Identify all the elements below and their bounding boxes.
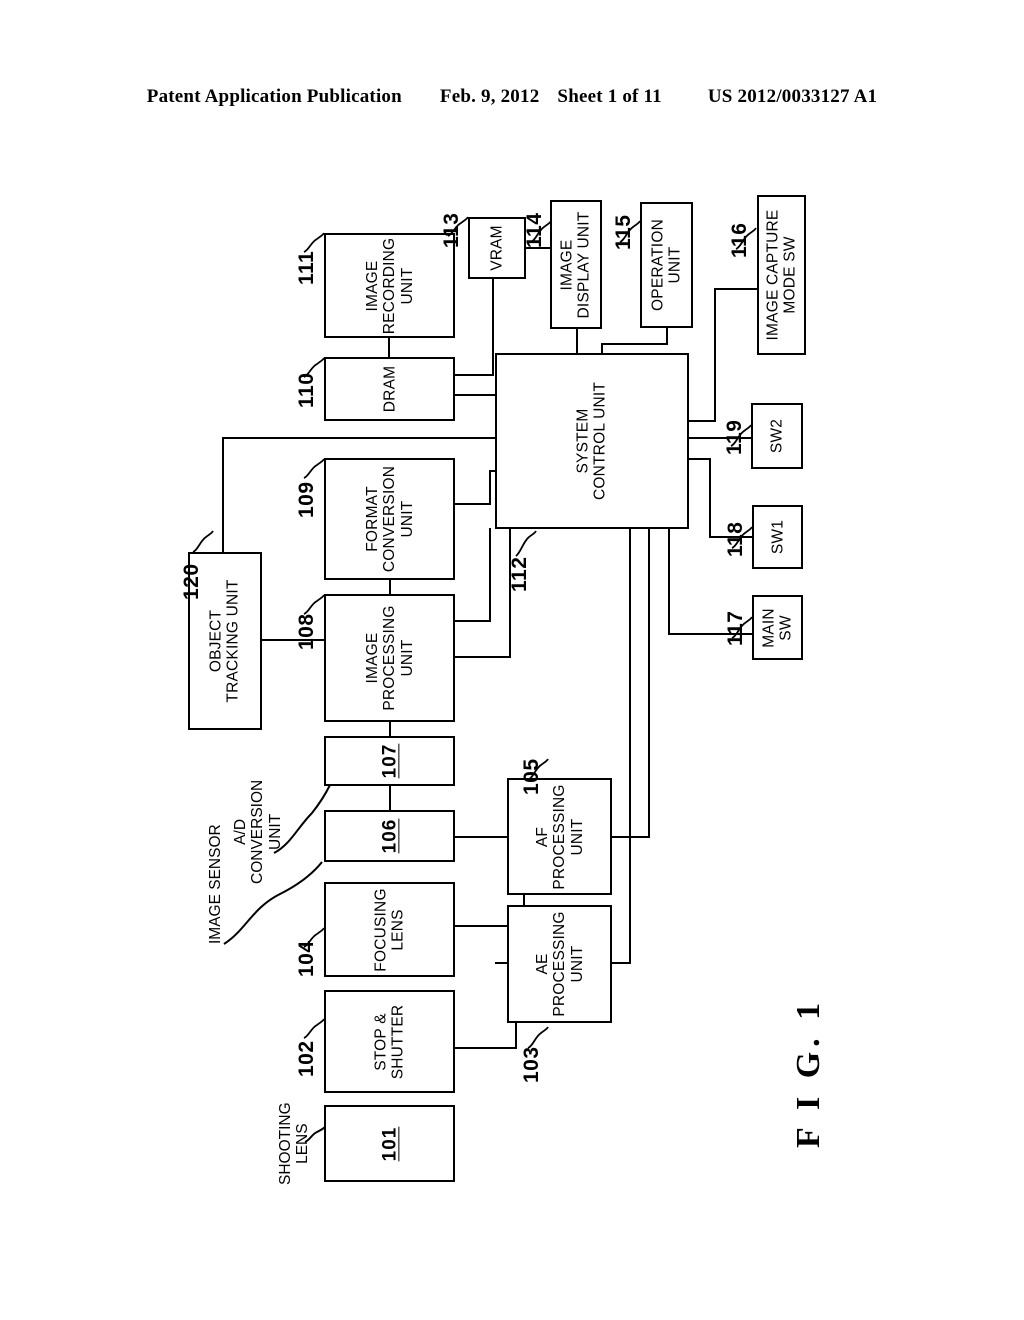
connector-103-bus-v: [629, 528, 631, 964]
connector-118-h-top: [688, 458, 711, 460]
connector-116-h-top: [714, 288, 759, 290]
leader-112: [515, 530, 537, 557]
block-image-display-unit[interactable]: IMAGE DISPLAY UNIT: [550, 200, 602, 329]
ref-numeral-109: 109: [295, 481, 318, 518]
block-image-capture-mode-sw-label: IMAGE CAPTURE MODE SW: [764, 209, 799, 341]
figure-1-block-diagram: IMAGE RECORDING UNIT DRAM VRAM IMAGE DIS…: [0, 0, 1024, 1320]
block-af-processing-unit[interactable]: AF PROCESSING UNIT: [507, 778, 612, 895]
connector-bus-to-120: [222, 437, 224, 553]
leader-119: [730, 424, 752, 447]
block-image-sensor-number: 106: [378, 818, 400, 854]
connector-105-bus-v: [648, 528, 650, 838]
ref-numeral-102: 102: [295, 1040, 318, 1077]
block-system-control-unit[interactable]: SYSTEM CONTROL UNIT: [495, 353, 689, 529]
block-sw1[interactable]: SW1: [752, 505, 803, 569]
connector-116-h-bottom: [688, 420, 716, 422]
ref-numeral-120: 120: [180, 563, 203, 600]
leader-line-shooting-lens: [304, 1126, 326, 1143]
connector-108-scu-a: [455, 620, 491, 622]
connector-111-110: [388, 336, 390, 359]
leader-102: [303, 1018, 325, 1039]
ref-numeral-111: 111: [295, 250, 318, 285]
block-sw2[interactable]: SW2: [751, 403, 803, 469]
leader-111: [303, 232, 325, 253]
block-shooting-lens[interactable]: 101: [324, 1105, 455, 1182]
block-vram-label: VRAM: [488, 225, 506, 271]
block-dram[interactable]: DRAM: [324, 357, 455, 421]
figure-caption: F I G. 1: [790, 997, 827, 1148]
connector-108-scu-b-v: [509, 528, 511, 658]
block-format-conversion-unit[interactable]: FORMAT CONVERSION UNIT: [324, 458, 455, 580]
connector-109-right-v: [489, 470, 491, 505]
connector-108-scu-b: [455, 656, 511, 658]
leader-117: [731, 616, 753, 639]
block-image-recording-unit[interactable]: IMAGE RECORDING UNIT: [324, 233, 455, 338]
ref-numeral-112: 112: [508, 556, 531, 592]
leader-104: [303, 927, 325, 948]
connector-107-106: [389, 785, 391, 810]
connector-scu-left-bus: [222, 437, 496, 439]
block-image-sensor[interactable]: 106: [324, 810, 455, 862]
leader-108: [303, 594, 325, 615]
block-main-sw-label: MAIN SW: [760, 607, 795, 648]
block-ad-conversion-unit[interactable]: 107: [324, 736, 455, 786]
connector-109-108: [389, 580, 391, 595]
block-image-processing-unit-label: IMAGE PROCESSING UNIT: [363, 605, 416, 711]
leader-103: [527, 1026, 549, 1049]
block-stop-and-shutter[interactable]: STOP & SHUTTER: [324, 990, 455, 1093]
block-vram[interactable]: VRAM: [468, 217, 526, 279]
connector-108-scu-a-v: [489, 528, 491, 622]
block-system-control-unit-label: SYSTEM CONTROL UNIT: [574, 381, 609, 501]
block-sw1-label: SW1: [768, 519, 786, 555]
block-sw2-label: SW2: [768, 418, 786, 454]
connector-108-107: [389, 722, 391, 736]
ref-numeral-108: 108: [295, 613, 318, 650]
connector-114-scu: [576, 328, 578, 354]
leader-115: [619, 220, 641, 243]
block-operation-unit[interactable]: OPERATION UNIT: [640, 202, 693, 328]
connector-110-vram-bus: [455, 374, 494, 376]
leader-109: [303, 458, 325, 479]
leader-118: [731, 526, 753, 549]
block-af-processing-unit-label: AF PROCESSING UNIT: [533, 783, 586, 890]
block-main-sw[interactable]: MAIN SW: [752, 595, 803, 660]
leader-113: [447, 216, 469, 237]
connector-118-v: [709, 458, 711, 538]
connector-vram-drop: [492, 278, 494, 376]
block-object-tracking-unit-label: OBJECT TRACKING UNIT: [207, 579, 242, 703]
connector-115-scu-h: [601, 343, 668, 345]
block-ae-processing-unit-label: AE PROCESSING UNIT: [533, 911, 586, 1017]
block-image-recording-unit-label: IMAGE RECORDING UNIT: [363, 237, 416, 334]
connector-115-scu-v: [666, 328, 668, 344]
connector-117-v: [668, 527, 670, 635]
block-dram-label: DRAM: [380, 365, 398, 413]
block-image-processing-unit[interactable]: IMAGE PROCESSING UNIT: [324, 594, 455, 722]
block-stop-and-shutter-label: STOP & SHUTTER: [372, 1004, 407, 1079]
connector-105-bus: [612, 836, 650, 838]
connector-116-v: [714, 288, 716, 422]
block-focusing-lens-label: FOCUSING LENS: [372, 887, 407, 972]
connector-110-scu: [455, 394, 495, 396]
leader-116: [735, 227, 757, 250]
leader-110: [303, 357, 325, 378]
connector-109-right: [455, 503, 491, 505]
block-ae-processing-unit[interactable]: AE PROCESSING UNIT: [507, 905, 612, 1023]
block-image-display-unit-label: IMAGE DISPLAY UNIT: [558, 211, 593, 318]
block-format-conversion-unit-label: FORMAT CONVERSION UNIT: [363, 465, 416, 573]
leader-105: [527, 758, 549, 781]
ref-numeral-103: 103: [520, 1046, 543, 1083]
block-ad-conversion-unit-number: 107: [378, 743, 400, 779]
block-focusing-lens[interactable]: FOCUSING LENS: [324, 882, 455, 977]
leader-120: [192, 530, 214, 553]
block-image-capture-mode-sw[interactable]: IMAGE CAPTURE MODE SW: [757, 195, 806, 355]
leader-114: [530, 220, 552, 243]
connector-102-ae: [455, 1047, 517, 1049]
block-shooting-lens-number: 101: [378, 1126, 400, 1161]
leader-line-ad-conversion-unit: [273, 784, 331, 854]
block-operation-unit-label: OPERATION UNIT: [649, 219, 684, 311]
